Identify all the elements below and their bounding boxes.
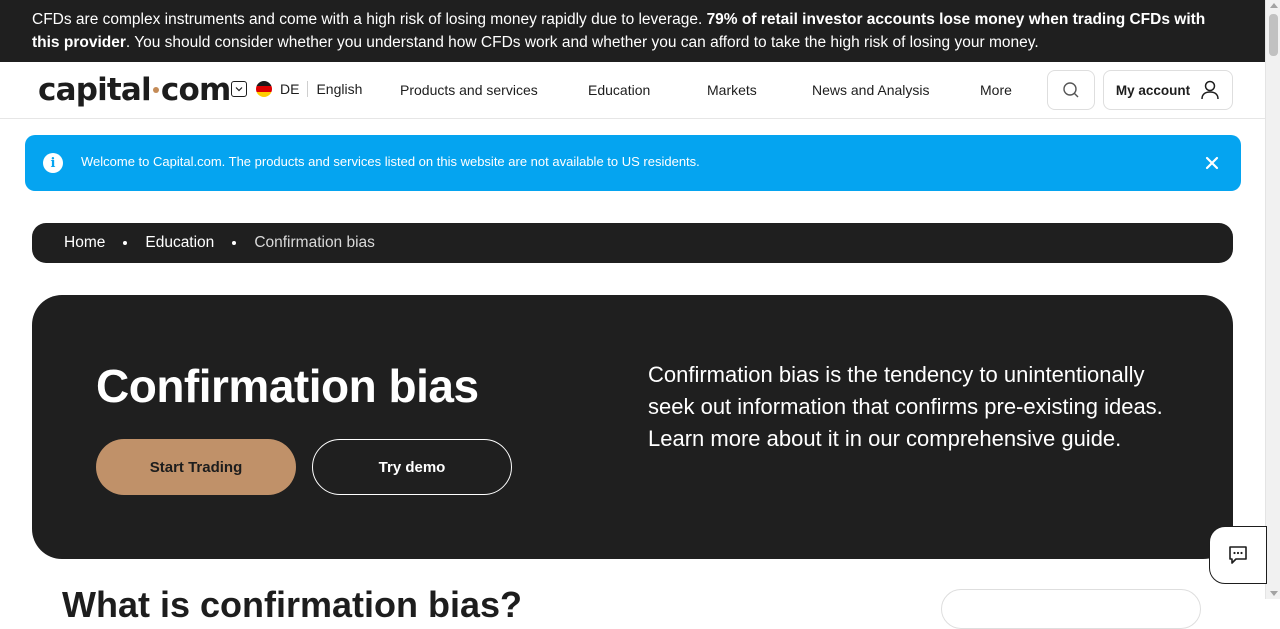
breadcrumb-separator: [123, 241, 128, 245]
us-residents-notice: i Welcome to Capital.com. The products a…: [25, 135, 1241, 191]
start-trading-button[interactable]: Start Trading: [96, 439, 296, 495]
hero-section: Confirmation bias Start Trading Try demo…: [32, 295, 1233, 559]
user-icon: [1201, 80, 1219, 100]
site-header: capital com DE English Products and servi…: [0, 62, 1265, 119]
try-demo-button[interactable]: Try demo: [312, 439, 512, 495]
nav-education[interactable]: Education: [588, 82, 650, 98]
nav-products-and-services[interactable]: Products and services: [400, 82, 538, 98]
risk-warning-text-end: . You should consider whether you unders…: [125, 34, 1039, 51]
search-button[interactable]: [1047, 70, 1095, 110]
page-title: Confirmation bias: [96, 360, 479, 412]
logo-dot-icon: [152, 86, 159, 93]
nav-more[interactable]: More: [980, 82, 1012, 98]
chevron-down-icon[interactable]: [231, 81, 247, 97]
hero-description: Confirmation bias is the tendency to uni…: [648, 362, 1163, 451]
language-selector[interactable]: DE English: [231, 81, 362, 97]
nav-markets[interactable]: Markets: [707, 82, 757, 98]
breadcrumb-home[interactable]: Home: [64, 234, 105, 252]
breadcrumb: Home Education Confirmation bias: [32, 223, 1233, 263]
language-label[interactable]: English: [316, 81, 362, 97]
my-account-button[interactable]: My account: [1103, 70, 1233, 110]
my-account-label: My account: [1115, 82, 1191, 98]
chat-icon: [1229, 546, 1247, 564]
risk-warning-text-start: CFDs are complex instruments and come wi…: [32, 11, 707, 28]
sidebar-card: [941, 589, 1201, 629]
germany-flag-icon: [256, 81, 272, 97]
logo-text-left: capital: [38, 72, 152, 108]
notice-text: Welcome to Capital.com. The products and…: [81, 154, 700, 169]
logo-text-right: com: [160, 72, 231, 108]
nav-news-and-analysis[interactable]: News and Analysis: [812, 82, 930, 98]
search-icon: [1063, 82, 1079, 98]
chat-button[interactable]: [1209, 526, 1267, 584]
scroll-up-arrow-icon[interactable]: [1270, 3, 1278, 8]
country-code[interactable]: DE: [280, 81, 299, 97]
breadcrumb-current: Confirmation bias: [254, 234, 375, 251]
close-icon[interactable]: [1203, 154, 1221, 172]
breadcrumb-education[interactable]: Education: [145, 234, 214, 252]
info-icon: i: [43, 153, 63, 173]
risk-warning-banner: CFDs are complex instruments and come wi…: [0, 0, 1265, 62]
section-heading: What is confirmation bias?: [62, 584, 523, 625]
language-divider: [307, 81, 309, 97]
scrollbar-thumb[interactable]: [1269, 14, 1278, 56]
breadcrumb-separator: [232, 241, 237, 245]
capital-com-logo[interactable]: capital com: [38, 72, 231, 108]
page-scrollbar[interactable]: [1265, 0, 1280, 599]
scroll-down-arrow-icon[interactable]: [1270, 591, 1278, 596]
